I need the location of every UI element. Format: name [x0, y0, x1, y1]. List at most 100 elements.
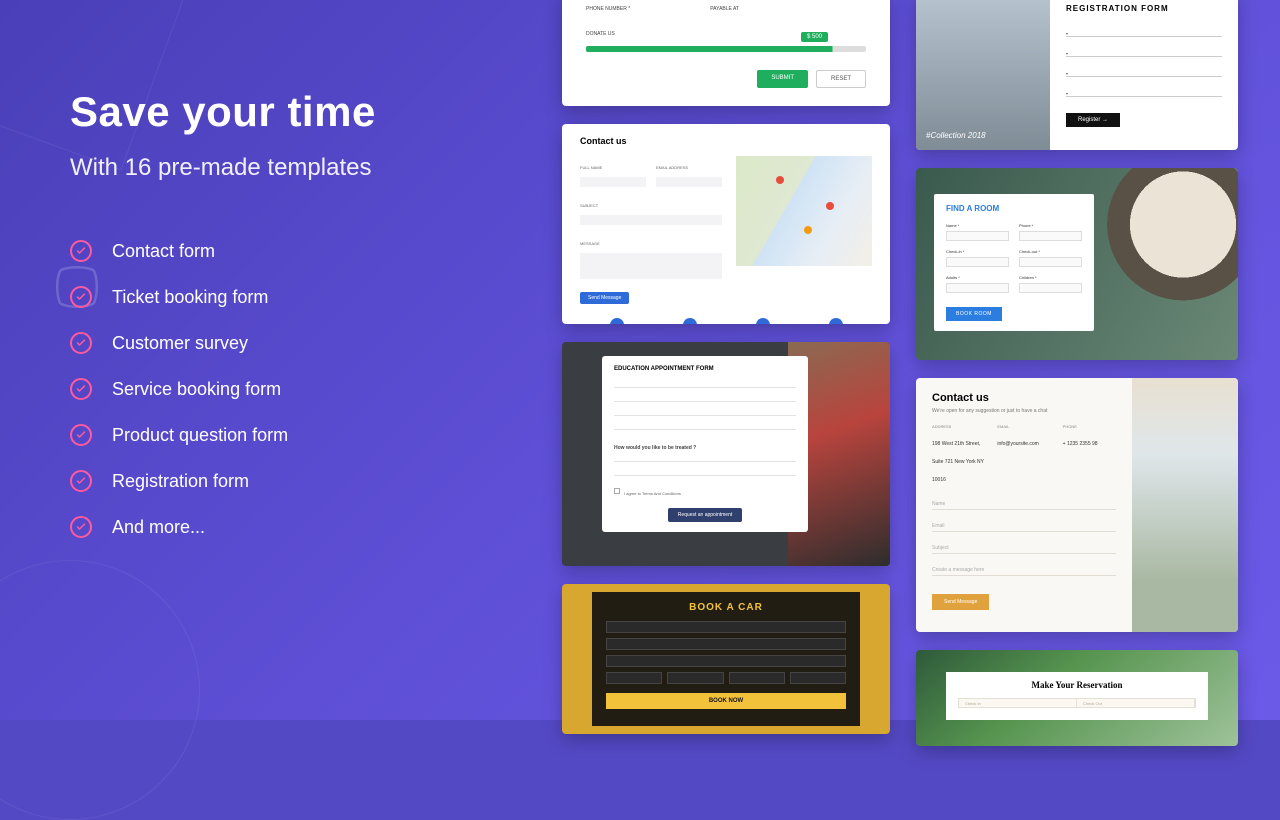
map-pin-icon: [776, 176, 784, 184]
text-input[interactable]: [946, 231, 1009, 241]
date-input[interactable]: Check In: [959, 699, 1077, 707]
text-input[interactable]: [606, 638, 846, 650]
date-input[interactable]: Check Out: [1077, 699, 1195, 707]
text-input[interactable]: [614, 454, 796, 462]
checkbox[interactable]: [614, 488, 620, 494]
feature-label: And more...: [112, 517, 205, 538]
template-gallery: PHONE NUMBER * PAYABLE AT DONATE US $ 50…: [556, 0, 1280, 734]
template-card-registration[interactable]: #Collection 2018 REGISTRATION FORM ▾ ▾ ▾…: [916, 0, 1238, 150]
text-input[interactable]: ▾: [1066, 47, 1222, 57]
label: SUBJECT: [580, 203, 598, 208]
text-input[interactable]: Subject: [932, 542, 1116, 554]
text-input[interactable]: [1019, 231, 1082, 241]
book-button[interactable]: BOOK ROOM: [946, 307, 1002, 321]
submit-button[interactable]: SUBMIT: [757, 70, 808, 88]
text-input[interactable]: [606, 655, 846, 667]
request-button[interactable]: Request an appointment: [668, 508, 742, 522]
card-title: FIND A ROOM: [946, 204, 1082, 213]
feature-item: And more...: [70, 516, 490, 538]
label: Check-out *: [1019, 249, 1082, 254]
label: EMAIL ADDRESS: [656, 165, 688, 170]
template-card-contact-map[interactable]: Contact us FULL NAME EMAIL ADDRESS SUBJE…: [562, 124, 890, 324]
text-input[interactable]: [614, 394, 796, 402]
feature-label: Registration form: [112, 471, 249, 492]
feature-item: Ticket booking form: [70, 286, 490, 308]
card-title: REGISTRATION FORM: [1066, 4, 1222, 13]
photo-placeholder: [1098, 168, 1238, 318]
feature-item: Product question form: [70, 424, 490, 446]
map-pin-icon: [804, 226, 812, 234]
text-input[interactable]: Name: [932, 498, 1116, 510]
location-icon: [610, 318, 624, 324]
label: FULL NAME: [580, 165, 602, 170]
send-button[interactable]: Send Message: [580, 292, 629, 304]
reset-button[interactable]: RESET: [816, 70, 866, 88]
text-input[interactable]: [614, 380, 796, 388]
text-input[interactable]: [606, 621, 846, 633]
card-title: BOOK A CAR: [606, 602, 846, 613]
check-icon: [70, 378, 92, 400]
template-card-donate[interactable]: PHONE NUMBER * PAYABLE AT DONATE US $ 50…: [562, 0, 890, 106]
map-preview[interactable]: [736, 156, 872, 266]
label: PAYABLE AT: [710, 6, 739, 12]
feature-label: Customer survey: [112, 333, 248, 354]
label: ADDRESS: [932, 424, 985, 429]
value: info@yoursite.com: [997, 441, 1038, 447]
feature-label: Product question form: [112, 425, 288, 446]
select-input[interactable]: [606, 672, 662, 684]
select-input[interactable]: [667, 672, 723, 684]
label: Check-in *: [946, 249, 1009, 254]
text-input[interactable]: [580, 177, 646, 187]
label: MESSAGE: [580, 241, 600, 246]
text-input[interactable]: ▾: [1066, 27, 1222, 37]
card-title: Make Your Reservation: [958, 680, 1196, 690]
phone-icon: [683, 318, 697, 324]
template-card-book-car[interactable]: BOOK A CAR BOOK NOW: [562, 584, 890, 734]
feature-label: Ticket booking form: [112, 287, 268, 308]
text-input[interactable]: [614, 468, 796, 476]
text-input[interactable]: [580, 215, 722, 225]
textarea[interactable]: Create a message here: [932, 564, 1116, 576]
text-input[interactable]: [656, 177, 722, 187]
date-input[interactable]: [946, 257, 1009, 267]
text-input[interactable]: ▾: [1066, 67, 1222, 77]
book-button[interactable]: BOOK NOW: [606, 693, 846, 709]
label: EMAIL: [997, 424, 1050, 429]
feature-item: Service booking form: [70, 378, 490, 400]
template-card-contact-beige[interactable]: Contact us We're open for any suggestion…: [916, 378, 1238, 632]
register-button[interactable]: Register →: [1066, 113, 1120, 127]
select-input[interactable]: [790, 672, 846, 684]
select-input[interactable]: [1019, 283, 1082, 293]
text-input[interactable]: Email: [932, 520, 1116, 532]
check-icon: [70, 240, 92, 262]
label: Adults *: [946, 275, 1009, 280]
feature-list: Contact form Ticket booking form Custome…: [70, 240, 490, 538]
date-input[interactable]: [1019, 257, 1082, 267]
select-input[interactable]: [729, 672, 785, 684]
hero-title-text: Save your time: [70, 88, 376, 135]
template-card-find-room[interactable]: FIND A ROOM Name * Phone * Check-in * Ch…: [916, 168, 1238, 360]
check-icon: [70, 470, 92, 492]
check-icon: [70, 424, 92, 446]
feature-item: Registration form: [70, 470, 490, 492]
text-input[interactable]: ▾: [1066, 87, 1222, 97]
donate-slider[interactable]: $ 500: [586, 46, 866, 52]
text-input[interactable]: [614, 422, 796, 430]
select-input[interactable]: [946, 283, 1009, 293]
value: + 1235 2355 98: [1063, 441, 1098, 447]
feature-label: Contact form: [112, 241, 215, 262]
text-input[interactable]: [614, 408, 796, 416]
check-icon: [70, 332, 92, 354]
send-button[interactable]: Send Message: [932, 594, 989, 610]
value: 198 West 21th Street, Suite 721 New York…: [932, 441, 984, 483]
label: I agree to Terms And Conditions: [624, 491, 681, 496]
template-card-reservation[interactable]: Make Your Reservation Check In Check Out: [916, 650, 1238, 746]
label: Children *: [1019, 275, 1082, 280]
photo-placeholder: [1132, 378, 1238, 632]
mail-icon: [756, 318, 770, 324]
map-pin-icon: [826, 202, 834, 210]
textarea[interactable]: [580, 253, 722, 279]
globe-icon: [829, 318, 843, 324]
label: DONATE US: [586, 31, 615, 37]
template-card-education[interactable]: EDUCATION APPOINTMENT FORM How would you…: [562, 342, 890, 566]
